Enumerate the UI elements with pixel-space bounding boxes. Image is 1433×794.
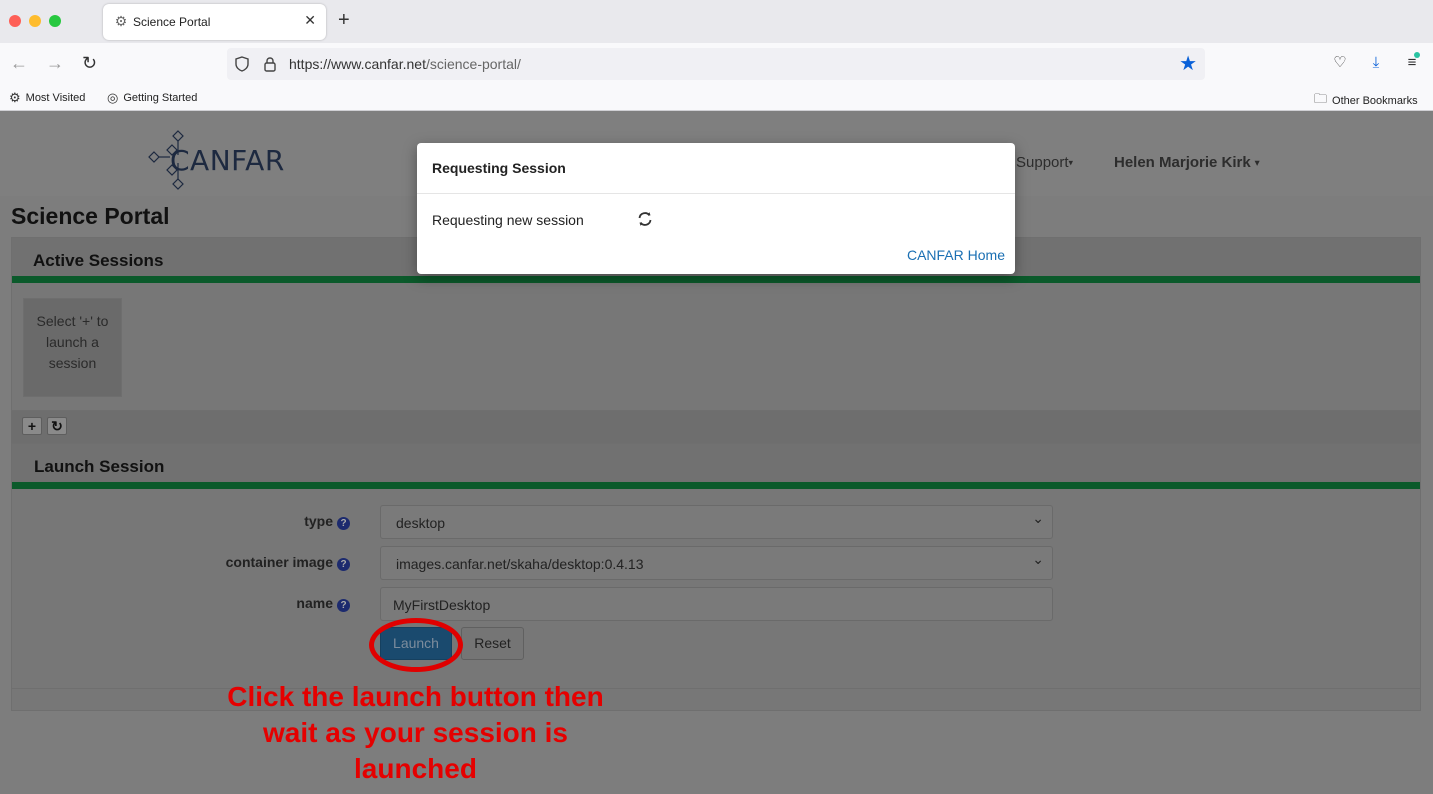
refresh-sessions-button[interactable]: ↻ [47, 417, 67, 435]
user-name: Helen Marjorie Kirk [1114, 154, 1251, 171]
tab-title: Science Portal [133, 15, 211, 29]
type-row: type? desktop [12, 505, 1420, 539]
requesting-session-modal: Requesting Session Requesting new sessio… [417, 143, 1015, 274]
bookmark-star-icon[interactable]: ★ [1179, 53, 1197, 75]
new-tab-button[interactable]: + [338, 9, 350, 31]
bookmark-most-visited[interactable]: ⚙ Most Visited [9, 90, 85, 106]
browser-titlebar: ⚙ Science Portal ✕ + [0, 0, 1433, 43]
lock-icon [264, 57, 276, 72]
folder-icon: 🗀 [1314, 91, 1328, 106]
canfar-logo[interactable]: CANFAR [148, 129, 284, 193]
pocket-icon[interactable]: ♡ [1330, 53, 1350, 73]
minimize-window-button[interactable] [29, 15, 41, 27]
session-name-input[interactable]: MyFirstDesktop [380, 587, 1053, 621]
type-label: type? [304, 513, 350, 530]
bookmark-label: Getting Started [123, 92, 198, 104]
help-icon[interactable]: ? [337, 599, 350, 612]
url-path: /science-portal/ [425, 56, 521, 72]
launch-session-heading: Launch Session [12, 444, 1420, 489]
spinner-icon [638, 212, 652, 226]
maximize-window-button[interactable] [49, 15, 61, 27]
support-menu[interactable]: Support▾ [1016, 154, 1073, 171]
container-image-select[interactable]: images.canfar.net/skaha/desktop:0.4.13 [380, 546, 1053, 580]
help-icon[interactable]: ? [337, 558, 350, 571]
page-title: Science Portal [11, 203, 170, 229]
gear-icon: ⚙ [9, 90, 21, 105]
url-bar[interactable]: https://www.canfar.net/science-portal/ ★ [227, 48, 1205, 80]
help-icon[interactable]: ? [337, 517, 350, 530]
url-text[interactable]: https://www.canfar.net/science-portal/ [289, 56, 521, 72]
forward-arrow-icon[interactable]: → [46, 53, 64, 73]
launch-session-panel: Launch Session type? desktop container i… [11, 443, 1421, 689]
back-arrow-icon[interactable]: ← [10, 53, 28, 73]
close-window-button[interactable] [9, 15, 21, 27]
annotation-text: Click the launch button then wait as you… [227, 681, 604, 784]
tab-close-icon[interactable]: ✕ [304, 12, 316, 29]
canfar-home-link[interactable]: CANFAR Home [907, 247, 1005, 263]
modal-body-text: Requesting new session [432, 212, 584, 228]
caret-down-icon: ▾ [1254, 157, 1260, 168]
type-label-text: type [304, 513, 333, 529]
container-image-label: container image? [226, 554, 350, 571]
user-menu[interactable]: Helen Marjorie Kirk ▾ [1114, 154, 1259, 171]
type-select[interactable]: desktop [380, 505, 1053, 539]
browser-navbar: ← → ↻ https://www.canfar.net/science-por… [0, 43, 1433, 85]
container-image-label-text: container image [225, 554, 333, 570]
site-favicon-icon: ⚙ [114, 13, 128, 29]
shield-icon [235, 56, 249, 72]
reset-button[interactable]: Reset [461, 627, 524, 660]
reload-icon[interactable]: ↻ [82, 53, 97, 73]
add-session-button[interactable]: + [22, 417, 42, 435]
sessions-toolbar: + ↻ [11, 411, 1421, 443]
session-placeholder: Select '+' to launch a session [23, 298, 122, 397]
name-label: name? [296, 595, 350, 612]
container-image-row: container image? images.canfar.net/skaha… [12, 546, 1420, 580]
browser-tab[interactable]: ⚙ Science Portal ✕ [103, 4, 326, 40]
bookmark-label: Other Bookmarks [1332, 95, 1418, 107]
bookmarks-bar: ⚙ Most Visited ◎ Getting Started 🗀 Other Bo… [0, 85, 1433, 111]
name-label-text: name [296, 595, 333, 611]
bookmark-other-bookmarks[interactable]: 🗀 Other Bookmarks [1314, 90, 1418, 112]
bookmark-getting-started[interactable]: ◎ Getting Started [107, 90, 197, 106]
update-dot-icon [1414, 52, 1420, 58]
download-icon[interactable]: ⤓ [1366, 53, 1386, 73]
annotation-circle [369, 618, 463, 672]
name-row: name? MyFirstDesktop [12, 587, 1420, 621]
modal-title: Requesting Session [432, 160, 566, 176]
support-label: Support [1016, 154, 1069, 171]
logo-text: CANFAR [170, 144, 285, 177]
modal-divider [417, 193, 1015, 194]
globe-icon: ◎ [107, 90, 119, 105]
caret-down-icon: ▾ [1068, 157, 1074, 168]
bookmark-label: Most Visited [25, 92, 86, 104]
url-host: https://www.canfar.net [289, 56, 426, 72]
